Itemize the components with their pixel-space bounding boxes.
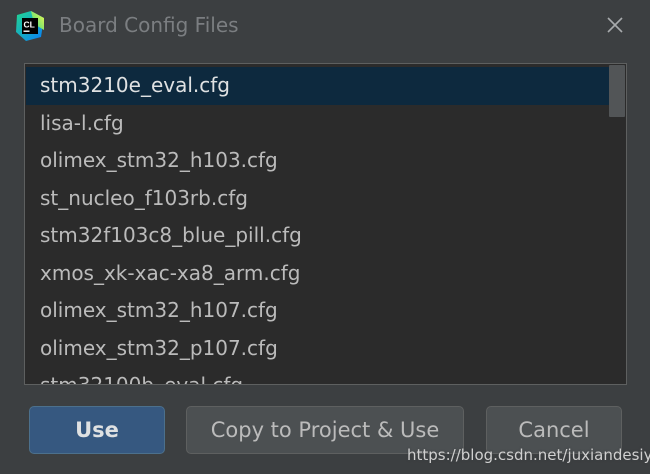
app-icon-text: CL: [24, 20, 35, 30]
watermark-url: https://blog.csdn.net/juxiandesiyu: [407, 446, 650, 464]
config-file-item[interactable]: stm32100b_eval.cfg: [26, 367, 609, 384]
config-file-item[interactable]: olimex_stm32_h103.cfg: [26, 142, 609, 180]
list-scrollbar-thumb[interactable]: [609, 65, 625, 117]
config-file-item[interactable]: lisa-l.cfg: [26, 105, 609, 143]
config-file-item[interactable]: olimex_stm32_p107.cfg: [26, 330, 609, 368]
config-file-item[interactable]: stm3210e_eval.cfg: [26, 67, 609, 105]
config-file-item[interactable]: stm32f103c8_blue_pill.cfg: [26, 217, 609, 255]
board-config-dialog: CL Board Config Files stm3210e_eval.cfg l…: [0, 0, 650, 474]
list-scrollbar[interactable]: [609, 65, 625, 383]
clion-app-icon: CL: [16, 11, 44, 41]
config-file-list[interactable]: stm3210e_eval.cfg lisa-l.cfg olimex_stm32_…: [24, 63, 627, 385]
config-file-item[interactable]: olimex_stm32_h107.cfg: [26, 292, 609, 330]
title-bar: CL Board Config Files: [0, 0, 650, 50]
config-file-item[interactable]: st_nucleo_f103rb.cfg: [26, 180, 609, 218]
config-file-list-items: stm3210e_eval.cfg lisa-l.cfg olimex_stm32_…: [26, 67, 609, 384]
dialog-title: Board Config Files: [59, 13, 239, 37]
config-file-item[interactable]: xmos_xk-xac-xa8_arm.cfg: [26, 255, 609, 293]
use-button[interactable]: Use: [29, 406, 165, 454]
close-icon[interactable]: [604, 14, 626, 36]
